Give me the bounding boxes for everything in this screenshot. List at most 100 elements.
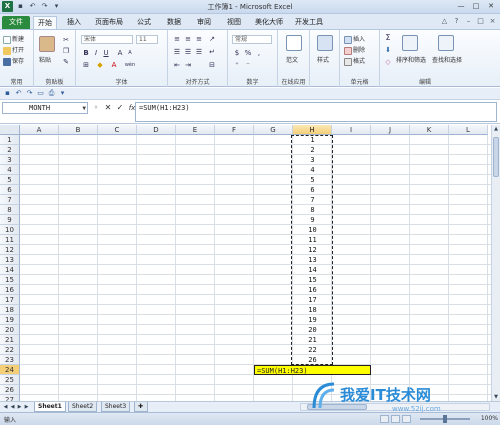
normal-view-icon[interactable] — [380, 415, 389, 423]
autosum-button[interactable]: Σ — [384, 34, 392, 42]
column-header[interactable]: J — [371, 125, 410, 135]
select-all-corner[interactable] — [0, 125, 20, 135]
zoom-slider-knob[interactable] — [443, 415, 447, 423]
column-header[interactable]: E — [176, 125, 215, 135]
sheet-tab-3[interactable]: Sheet3 — [101, 402, 131, 412]
row-header[interactable]: 19 — [0, 315, 20, 325]
formula-input[interactable]: =SUM(H1:H23) — [135, 102, 497, 122]
row-header[interactable]: 7 — [0, 195, 20, 205]
name-box-dropdown-icon[interactable]: ▼ — [82, 103, 86, 114]
fill-icon[interactable]: ⬇ — [384, 46, 392, 54]
row-header[interactable]: 11 — [0, 235, 20, 245]
font-size-select[interactable]: 11 — [136, 35, 158, 44]
row-header[interactable]: 26 — [0, 385, 20, 395]
insert-sheet-icon[interactable]: ✚ — [134, 402, 148, 412]
row-header[interactable]: 14 — [0, 265, 20, 275]
workbook-close-icon[interactable]: × — [488, 17, 497, 26]
column-header[interactable]: G — [254, 125, 293, 135]
row-header[interactable]: 23 — [0, 355, 20, 365]
column-header[interactable]: L — [449, 125, 488, 135]
tab-view[interactable]: 视图 — [222, 16, 246, 29]
clear-icon[interactable]: ◇ — [384, 58, 392, 66]
tab-data[interactable]: 数据 — [162, 16, 186, 29]
enter-formula-button[interactable]: ✓ — [115, 102, 125, 114]
prev-sheet-icon[interactable]: ◀ — [9, 403, 16, 411]
tab-review[interactable]: 审阅 — [192, 16, 216, 29]
tab-formulas[interactable]: 公式 — [132, 16, 156, 29]
column-header[interactable]: D — [137, 125, 176, 135]
column-header[interactable]: H — [293, 125, 332, 135]
worksheet-grid[interactable]: A B C D E F G H I J K L 1 2 3 4 5 6 7 8 9 10 11 12 13 14 15 16 17 18 1… — [0, 125, 491, 401]
template-label[interactable]: 范文 — [286, 55, 298, 64]
increase-indent-icon[interactable]: ⇥ — [184, 61, 192, 69]
format-cells-button[interactable]: 格式 — [344, 56, 365, 66]
qat-customize-icon[interactable]: ▾ — [58, 89, 67, 98]
row-header[interactable]: 17 — [0, 295, 20, 305]
font-name-select[interactable]: 宋体 — [81, 35, 133, 44]
row-header[interactable]: 6 — [0, 185, 20, 195]
row-header[interactable]: 18 — [0, 305, 20, 315]
percent-button[interactable]: % — [244, 49, 252, 57]
row-header[interactable]: 4 — [0, 165, 20, 175]
bold-button[interactable]: B — [82, 49, 90, 57]
find-select-label[interactable]: 查找和选择 — [432, 55, 462, 64]
row-header[interactable]: 10 — [0, 225, 20, 235]
tab-page-layout[interactable]: 页面布局 — [90, 16, 128, 29]
merge-center-icon[interactable]: ⊟ — [208, 61, 216, 69]
paste-label[interactable]: 粘贴 — [39, 55, 51, 64]
tab-beautify[interactable]: 美化大师 — [252, 16, 286, 29]
row-header[interactable]: 9 — [0, 215, 20, 225]
column-header[interactable]: B — [59, 125, 98, 135]
row-header[interactable]: 21 — [0, 335, 20, 345]
save-qat-icon[interactable]: ▪ — [3, 89, 12, 98]
phonetic-button[interactable]: wén — [124, 61, 136, 69]
workbook-minimize-icon[interactable]: – — [464, 17, 473, 26]
row-header[interactable]: 24 — [0, 365, 20, 375]
find-select-icon[interactable] — [438, 35, 454, 51]
row-header[interactable]: 8 — [0, 205, 20, 215]
expand-icon[interactable]: ◦ — [91, 102, 101, 114]
decrease-indent-icon[interactable]: ⇤ — [173, 61, 181, 69]
underline-button[interactable]: U — [102, 49, 110, 57]
save-button[interactable]: 保存 — [3, 56, 24, 66]
row-header[interactable]: 2 — [0, 145, 20, 155]
page-layout-view-icon[interactable] — [391, 415, 400, 423]
sort-filter-icon[interactable] — [402, 35, 418, 51]
align-middle-icon[interactable]: ≡ — [184, 35, 192, 43]
copy-icon[interactable]: ❐ — [62, 47, 70, 55]
template-icon[interactable] — [286, 35, 302, 51]
paste-icon[interactable] — [39, 36, 55, 52]
row-header[interactable]: 12 — [0, 245, 20, 255]
row-header[interactable]: 20 — [0, 325, 20, 335]
open-qat-icon[interactable]: ▭ — [36, 89, 45, 98]
row-header[interactable]: 15 — [0, 275, 20, 285]
align-right-icon[interactable]: ☰ — [195, 48, 203, 56]
align-top-icon[interactable]: ≡ — [173, 35, 181, 43]
maximize-button[interactable]: □ — [469, 1, 483, 12]
decrease-decimal-icon[interactable]: ⁻ — [244, 61, 252, 69]
borders-icon[interactable]: ⊞ — [82, 61, 90, 69]
tab-home[interactable]: 开始 — [33, 16, 57, 29]
styles-icon[interactable] — [317, 35, 333, 51]
column-header[interactable]: F — [215, 125, 254, 135]
row-header[interactable]: 1 — [0, 135, 20, 145]
align-bottom-icon[interactable]: ≡ — [195, 35, 203, 43]
last-sheet-icon[interactable]: ▶ — [23, 403, 30, 411]
cancel-formula-button[interactable]: ✕ — [103, 102, 113, 114]
sheet-tab-2[interactable]: Sheet2 — [68, 402, 98, 412]
row-header[interactable]: 16 — [0, 285, 20, 295]
column-header[interactable]: K — [410, 125, 449, 135]
font-color-icon[interactable]: A — [110, 61, 118, 69]
delete-cells-button[interactable]: 删除 — [344, 45, 365, 55]
page-break-view-icon[interactable] — [402, 415, 411, 423]
styles-label[interactable]: 样式 — [317, 55, 329, 64]
cut-icon[interactable]: ✂ — [62, 36, 70, 44]
number-format-select[interactable]: 常规 — [232, 35, 272, 44]
row-header[interactable]: 3 — [0, 155, 20, 165]
minimize-ribbon-icon[interactable]: △ — [440, 17, 449, 26]
row-header[interactable]: 22 — [0, 345, 20, 355]
row-header[interactable]: 25 — [0, 375, 20, 385]
row-header[interactable]: 13 — [0, 255, 20, 265]
insert-cells-button[interactable]: 插入 — [344, 34, 365, 44]
vertical-scroll-thumb[interactable] — [493, 137, 499, 177]
